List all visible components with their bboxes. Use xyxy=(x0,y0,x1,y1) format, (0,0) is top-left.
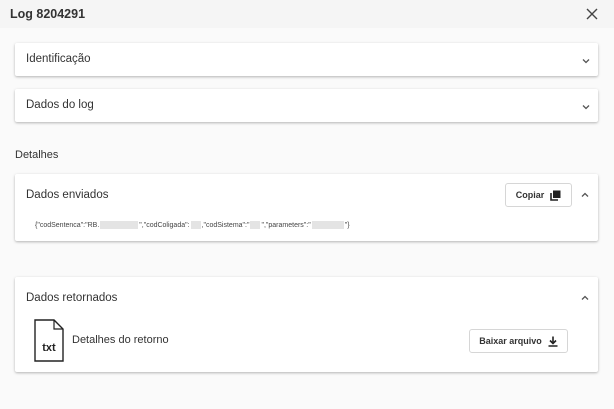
redacted-value xyxy=(190,221,201,229)
copy-button-label: Copiar xyxy=(515,190,545,200)
sent-data-json: {"codSentenca":"RB. ","codColigada": ,"c… xyxy=(35,221,350,229)
chevron-down-icon[interactable] xyxy=(579,54,593,68)
panel-dados-retornados: Dados retornados txt Detalhes do retorno… xyxy=(15,277,598,372)
panel-dados-do-log[interactable]: Dados do log xyxy=(15,89,598,122)
redacted-value xyxy=(311,221,344,229)
file-icon-text: txt xyxy=(42,342,56,354)
json-part: ","codColigada": xyxy=(139,221,190,229)
close-icon xyxy=(586,8,598,20)
json-part: ,"codSistema":" xyxy=(201,221,250,229)
file-label: Detalhes do retorno xyxy=(72,334,169,346)
copy-button[interactable]: Copiar xyxy=(505,183,572,207)
json-part: ","parameters":" xyxy=(261,221,311,229)
panel-identificacao[interactable]: Identificação xyxy=(15,43,598,76)
panel-dados-enviados-title: Dados enviados xyxy=(26,189,109,201)
section-label-detalhes: Detalhes xyxy=(15,149,59,161)
txt-file-icon: txt xyxy=(34,319,64,362)
dialog-title: Log 8204291 xyxy=(10,7,86,21)
panel-identificacao-title: Identificação xyxy=(26,53,91,65)
download-icon xyxy=(548,336,558,347)
panel-dados-do-log-title: Dados do log xyxy=(26,99,94,111)
redacted-value xyxy=(250,221,261,229)
download-button-label: Baixar arquivo xyxy=(479,336,542,346)
chevron-down-icon[interactable] xyxy=(579,100,593,114)
download-button[interactable]: Baixar arquivo xyxy=(469,329,568,353)
redacted-value xyxy=(100,221,139,229)
chevron-up-icon[interactable] xyxy=(578,188,592,202)
json-part: {"codSentenca":"RB. xyxy=(35,221,100,229)
copy-icon xyxy=(550,190,561,201)
panel-dados-enviados: Dados enviados Copiar {"codSentenca":"RB… xyxy=(15,174,598,241)
chevron-up-icon[interactable] xyxy=(578,291,592,305)
dialog-header: Log 8204291 xyxy=(0,0,614,28)
panel-dados-retornados-title: Dados retornados xyxy=(26,292,118,304)
dialog-content: Identificação Dados do log Detalhes Dado… xyxy=(0,28,614,409)
json-part: "} xyxy=(344,221,350,229)
close-button[interactable] xyxy=(582,4,602,24)
